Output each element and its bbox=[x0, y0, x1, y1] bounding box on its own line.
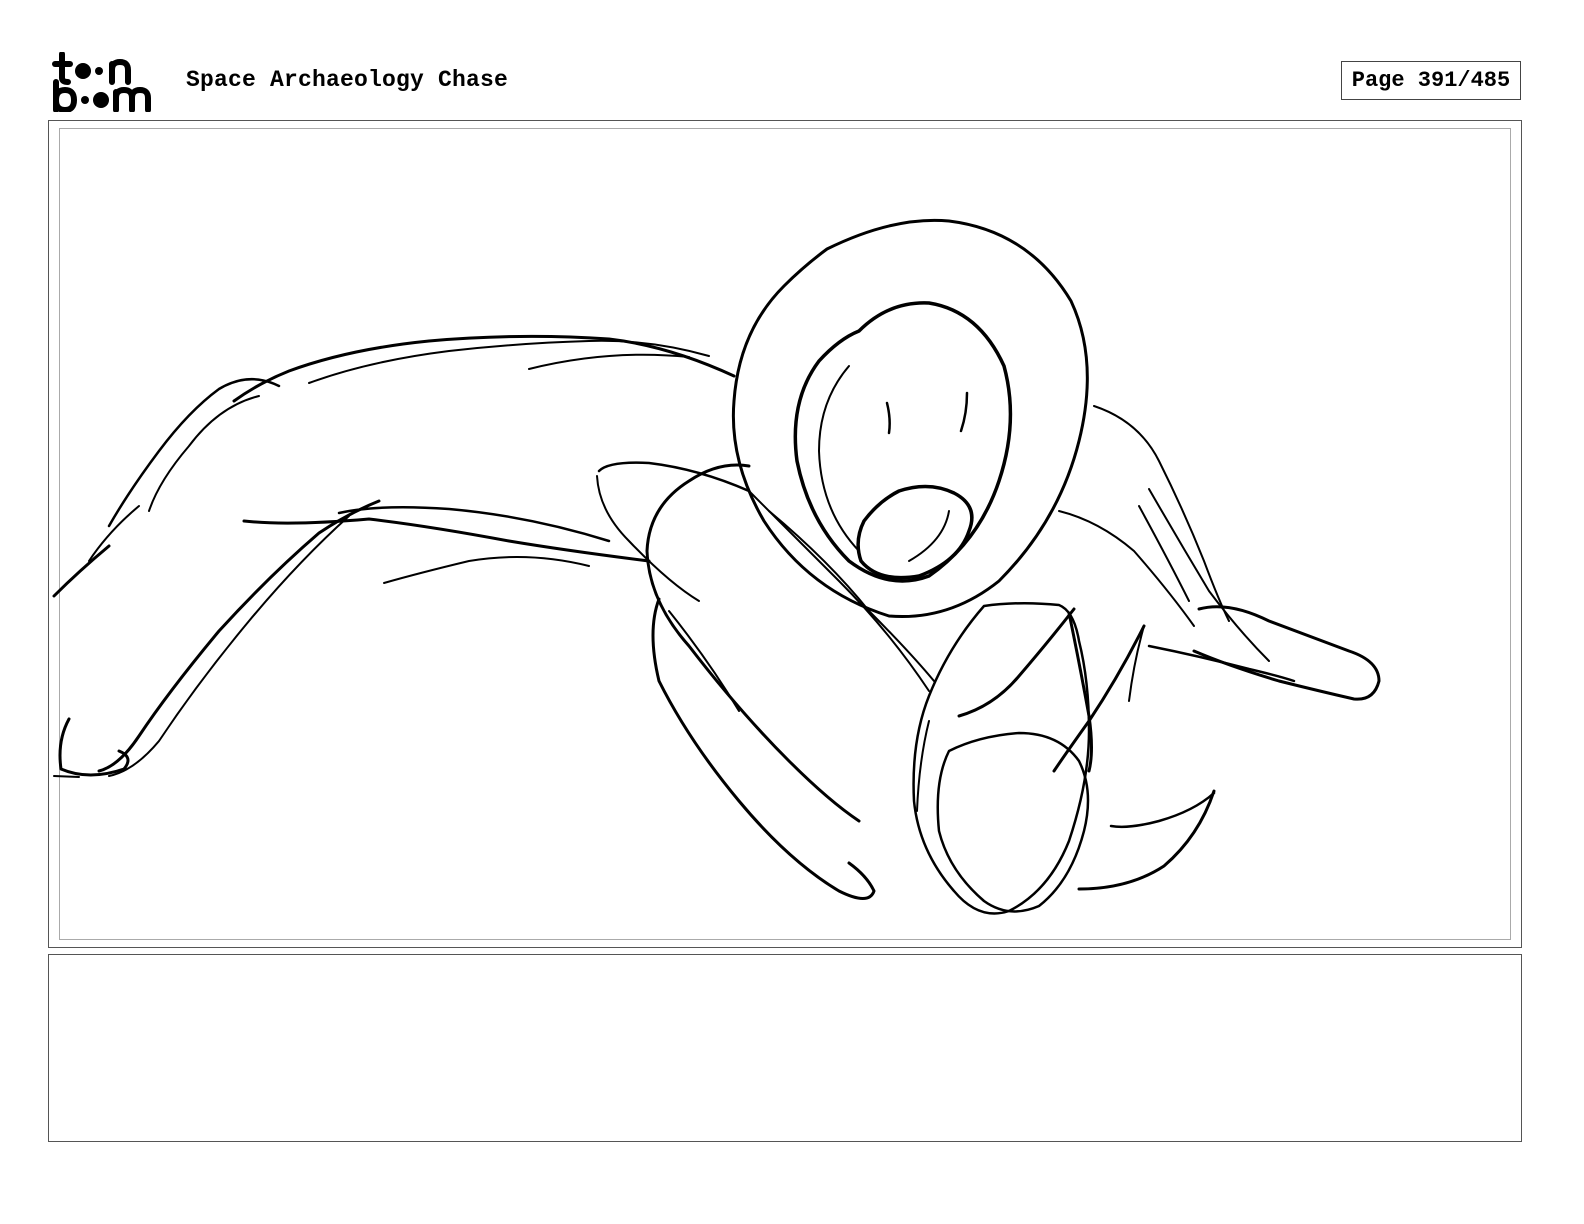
storyboard-panel[interactable] bbox=[48, 120, 1522, 948]
page-counter: Page 391/485 bbox=[1341, 61, 1521, 100]
toon-boom-logo bbox=[50, 52, 162, 112]
panel-notes-box[interactable] bbox=[48, 954, 1522, 1142]
project-title: Space Archaeology Chase bbox=[186, 67, 509, 93]
panel-sketch bbox=[52, 218, 1381, 915]
